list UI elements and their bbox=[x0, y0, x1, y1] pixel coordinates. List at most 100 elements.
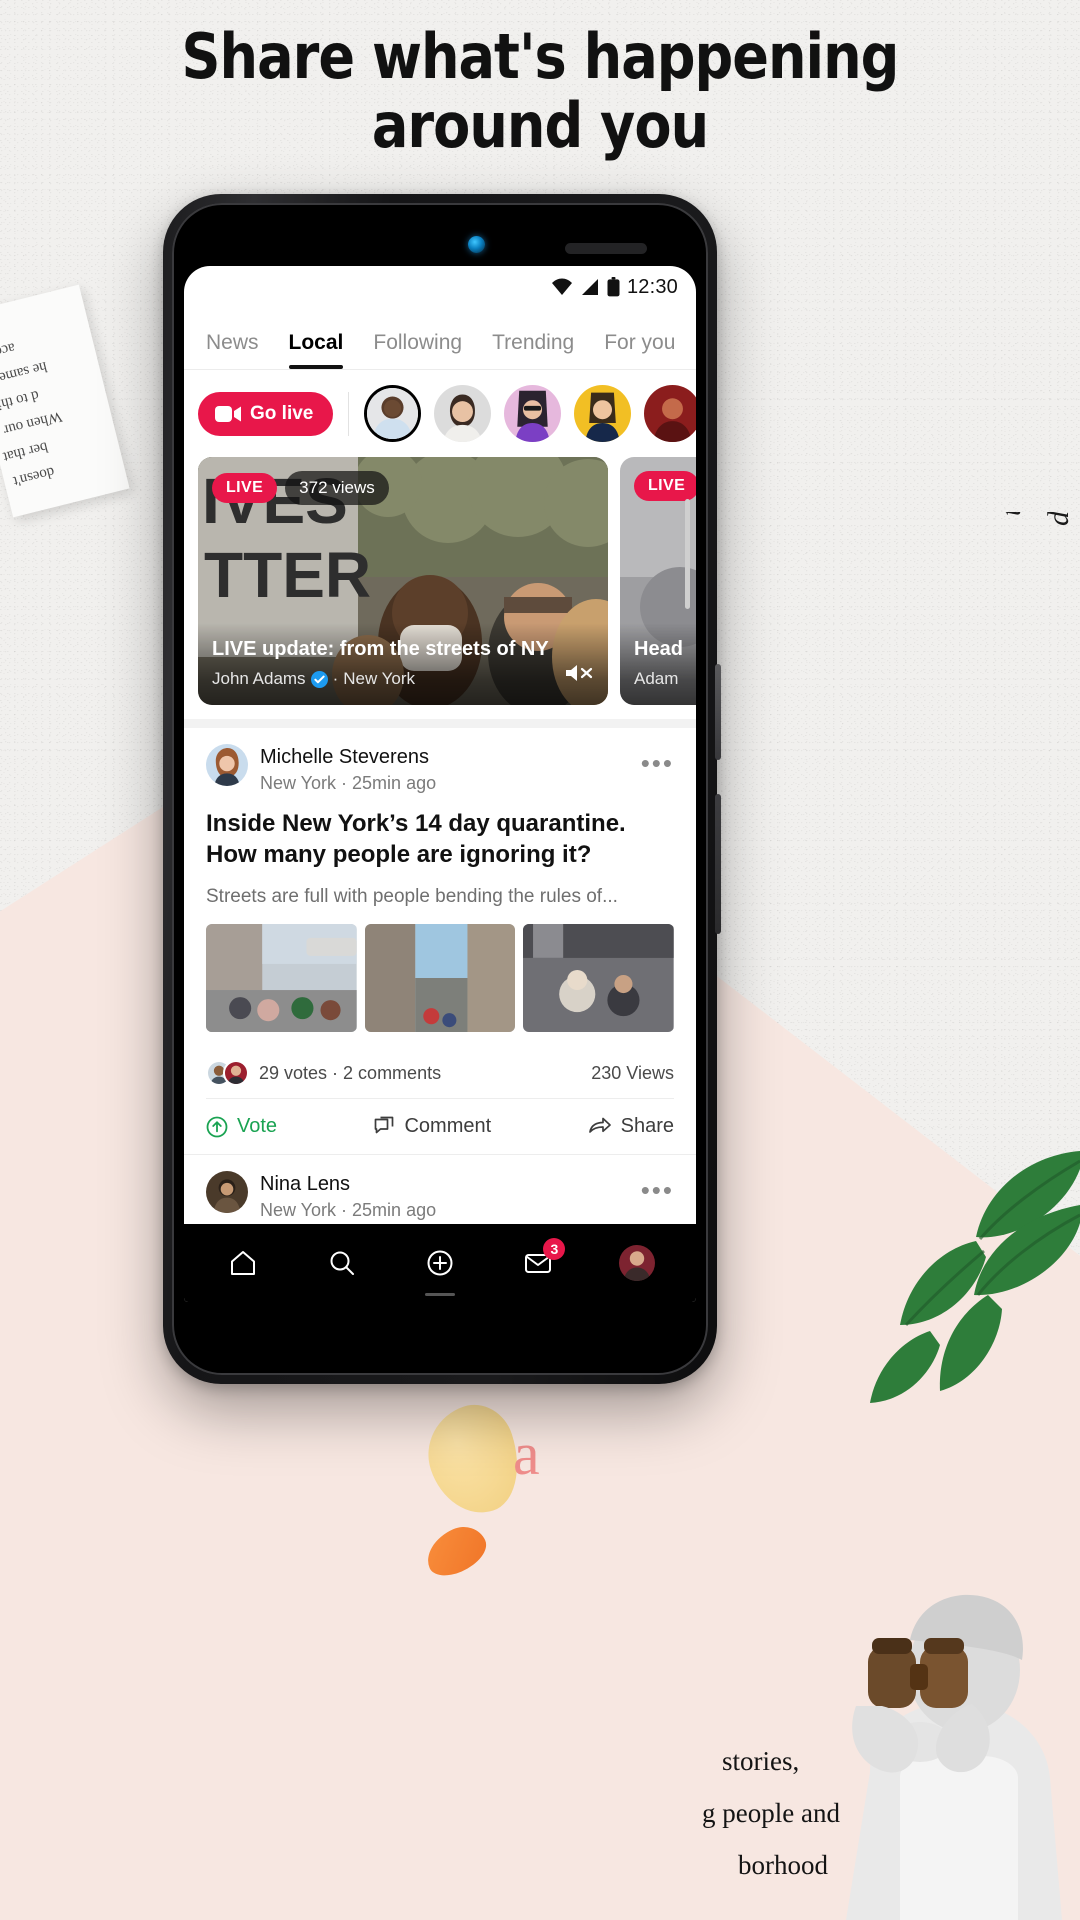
live-card-badges: LIVE 372 views bbox=[212, 471, 389, 505]
views-badge: 372 views bbox=[285, 471, 389, 505]
paper-left-line-3: he same a bbox=[0, 358, 49, 388]
nav-item-create[interactable] bbox=[411, 1234, 469, 1292]
search-icon bbox=[330, 1251, 354, 1275]
nav-item-inbox[interactable]: 3 bbox=[509, 1234, 567, 1292]
story-avatar-4[interactable] bbox=[574, 385, 632, 442]
vote-button[interactable]: Vote bbox=[206, 1115, 277, 1138]
headline-line-1: Share what's happening bbox=[181, 20, 900, 93]
comment-button[interactable]: Comment bbox=[373, 1115, 491, 1138]
post-2-options-icon[interactable]: ••• bbox=[641, 1171, 674, 1203]
nav-item-search[interactable] bbox=[313, 1234, 371, 1292]
nav-item-home[interactable] bbox=[214, 1234, 272, 1292]
post-header: Michelle Steverens New York · 25min ago … bbox=[206, 744, 674, 794]
tab-following[interactable]: Following bbox=[373, 331, 462, 369]
post-2-author-name: Nina Lens bbox=[260, 1173, 351, 1196]
tab-local[interactable]: Local bbox=[288, 331, 343, 369]
post-votes-text: 29 votes · 2 comments bbox=[259, 1062, 442, 1083]
go-live-button[interactable]: Go live bbox=[198, 391, 334, 436]
nav-item-profile[interactable] bbox=[608, 1234, 666, 1292]
video-camera-icon bbox=[215, 405, 241, 422]
stories-row: Go live bbox=[184, 370, 696, 457]
post-2-author-avatar[interactable] bbox=[206, 1171, 248, 1214]
front-camera-icon bbox=[468, 236, 485, 253]
post-options-icon[interactable]: ••• bbox=[641, 744, 674, 776]
headline-line-2: around you bbox=[371, 89, 709, 163]
tab-news[interactable]: News bbox=[206, 331, 259, 369]
paper-left-line-4: d to this bbox=[0, 386, 41, 415]
signal-icon bbox=[581, 279, 598, 295]
story-avatar-1[interactable] bbox=[367, 388, 419, 439]
battery-icon bbox=[607, 277, 620, 297]
person-with-binoculars-decoration bbox=[846, 1594, 1062, 1920]
post-thumb-2[interactable] bbox=[364, 924, 516, 1033]
voter-avatars bbox=[206, 1060, 249, 1087]
vote-up-icon bbox=[206, 1116, 228, 1137]
plant-leaves-decoration bbox=[870, 1151, 1080, 1403]
post-thumbnails bbox=[206, 924, 675, 1033]
voter-avatar-2 bbox=[223, 1060, 249, 1087]
earpiece-speaker bbox=[565, 243, 647, 254]
post-votes-group: 29 votes · 2 comments bbox=[206, 1060, 442, 1087]
story-avatar-5[interactable] bbox=[644, 385, 696, 442]
tab-for-you[interactable]: For you bbox=[604, 331, 675, 369]
share-button[interactable]: Share bbox=[588, 1115, 674, 1138]
feed-post-1[interactable]: Michelle Steverens New York · 25min ago … bbox=[184, 728, 696, 1156]
post-actions: Vote Comment Share bbox=[206, 1099, 674, 1154]
letter-a-decoration: a bbox=[513, 1421, 540, 1487]
live-card-title: LIVE update: from the streets of NY bbox=[212, 638, 549, 660]
inbox-badge-count: 3 bbox=[543, 1238, 566, 1260]
story-avatar-3[interactable] bbox=[504, 385, 562, 442]
home-icon bbox=[231, 1251, 256, 1275]
post-2-header: Nina Lens New York · 25min ago ••• bbox=[206, 1171, 674, 1221]
status-bar-clock: 12:30 bbox=[626, 275, 678, 298]
paper-left-line-7: doesn't bbox=[11, 463, 57, 490]
tab-trending[interactable]: Trending bbox=[492, 331, 574, 369]
paper-right-line-2: dreams bbox=[1042, 512, 1076, 526]
story-avatar-2[interactable] bbox=[434, 385, 492, 442]
post-excerpt: Streets are full with people bending the… bbox=[206, 886, 618, 908]
profile-avatar bbox=[618, 1245, 655, 1281]
live-card-2-caption: Head Adam bbox=[620, 623, 696, 705]
post-author-info: Michelle Steverens New York · 25min ago bbox=[260, 744, 629, 794]
post-views-text: 230 Views bbox=[591, 1062, 674, 1083]
power-button[interactable] bbox=[715, 664, 721, 760]
svg-text:TTER: TTER bbox=[204, 539, 371, 611]
live-card-2-title: Head bbox=[634, 638, 683, 660]
post-thumb-1[interactable] bbox=[206, 924, 357, 1033]
live-card-caption: LIVE update: from the streets of NY John… bbox=[198, 623, 608, 705]
post-stats: 29 votes · 2 comments 230 Views bbox=[206, 1046, 674, 1100]
post-thumb-3[interactable] bbox=[523, 924, 675, 1033]
plus-circle-icon bbox=[427, 1250, 453, 1276]
post-title: Inside New York’s 14 day quarantine. How… bbox=[206, 810, 626, 869]
mute-button[interactable] bbox=[564, 662, 594, 689]
bottom-navigation-bar: 3 bbox=[184, 1224, 696, 1302]
live-card-meta: John Adams · New York bbox=[212, 669, 594, 689]
go-live-label: Go live bbox=[250, 402, 314, 424]
live-card-primary[interactable]: IVES TTER LIVE 372 views LIVE update: fr… bbox=[198, 457, 608, 705]
paper-right-line-1: tious mind bbox=[994, 512, 1028, 516]
post-author-name: Michelle Steverens bbox=[260, 746, 429, 768]
phone-mockup: 12:30 News Local Following Trending For … bbox=[163, 194, 721, 1384]
home-indicator bbox=[425, 1293, 455, 1296]
post-author-avatar[interactable] bbox=[206, 744, 248, 786]
phone-screen: 12:30 News Local Following Trending For … bbox=[184, 266, 696, 1302]
comment-icon bbox=[375, 1116, 394, 1133]
paper-left-line-6: ber that bbox=[1, 438, 50, 465]
volume-button[interactable] bbox=[715, 794, 721, 934]
news-feed: Michelle Steverens New York · 25min ago … bbox=[184, 719, 696, 1302]
live-badge: LIVE bbox=[212, 473, 278, 503]
post-2-author-info: Nina Lens New York · 25min ago bbox=[260, 1171, 629, 1221]
verified-badge-icon bbox=[310, 670, 328, 688]
paper-left-line-2: ace no bbox=[0, 339, 17, 364]
wifi-icon bbox=[551, 278, 572, 295]
comment-button-label: Comment bbox=[404, 1115, 492, 1138]
live-cards-carousel[interactable]: IVES TTER LIVE 372 views LIVE update: fr… bbox=[184, 457, 696, 719]
carousel-scroll-indicator[interactable] bbox=[685, 499, 690, 609]
live-badge-2: LIVE bbox=[634, 471, 696, 501]
stories-divider bbox=[348, 391, 350, 436]
mute-icon bbox=[566, 665, 593, 681]
paper-left-line-5: When our bbox=[1, 407, 64, 438]
live-card-location: New York bbox=[343, 669, 416, 688]
post-meta: New York · 25min ago bbox=[260, 773, 437, 793]
paper-scrap-right: tious mind dreams bbox=[960, 512, 1080, 712]
